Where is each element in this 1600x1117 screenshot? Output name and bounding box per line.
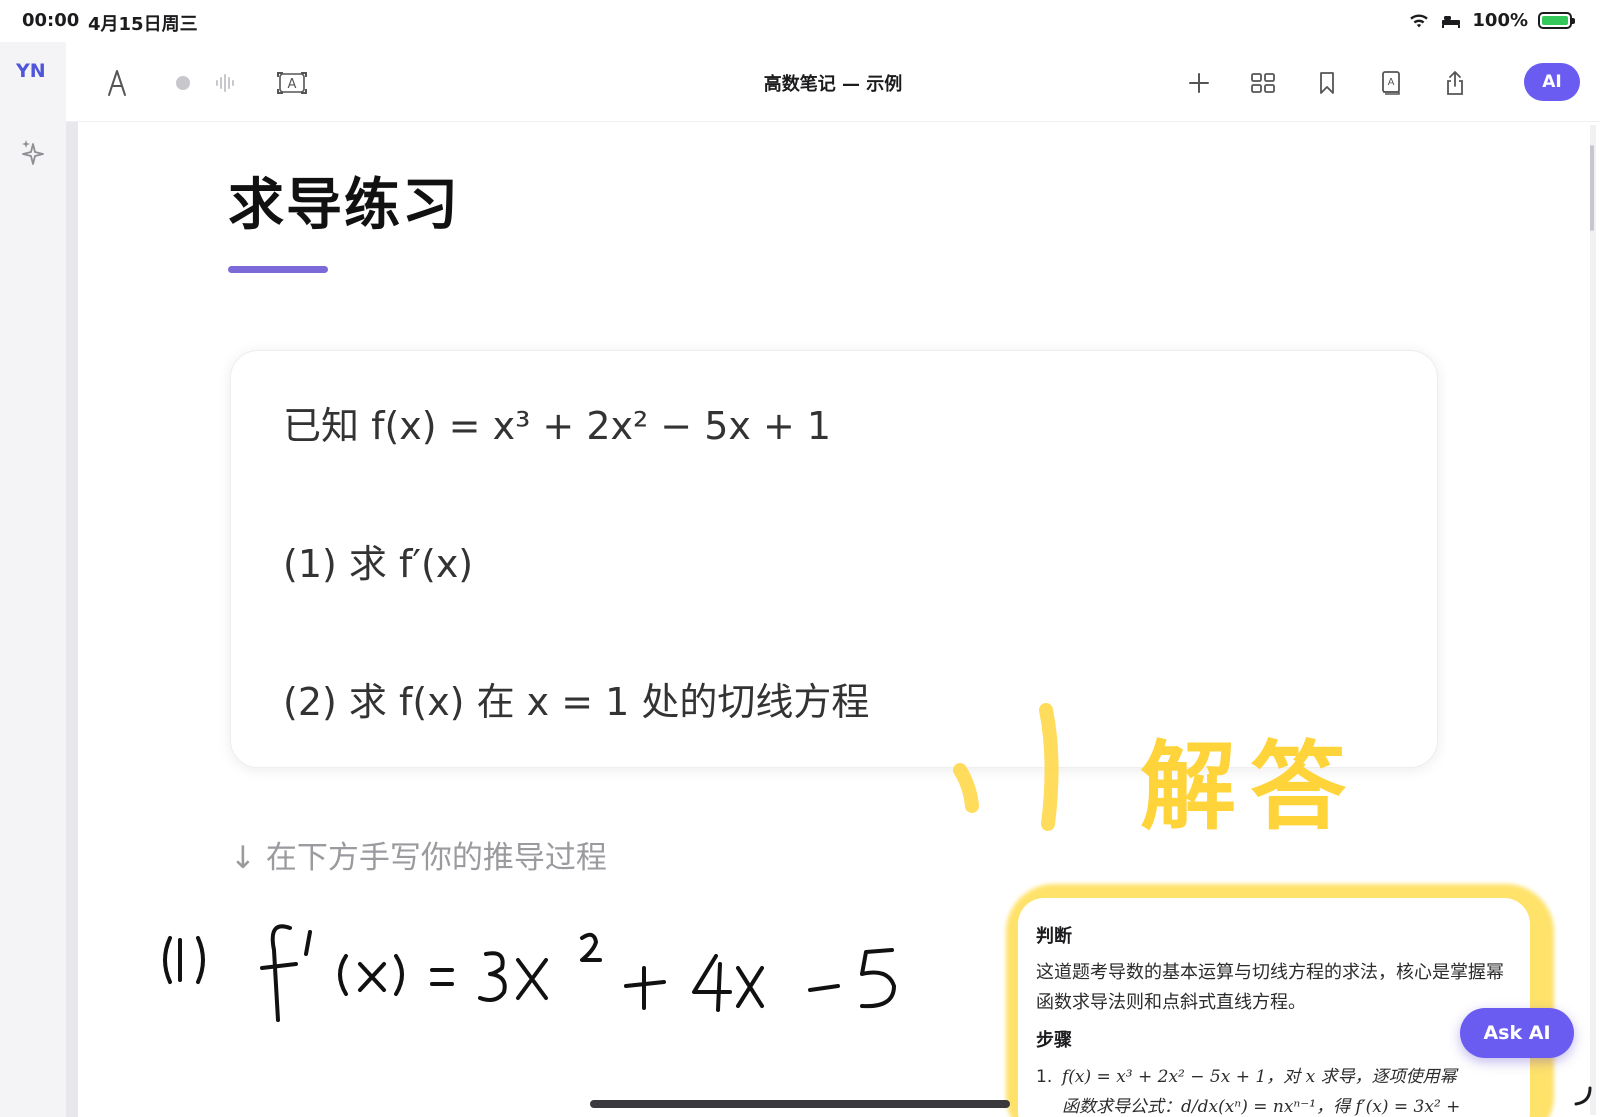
add-icon[interactable] <box>1182 66 1216 100</box>
status-bar: 00:00 4月15日周三 100% <box>0 0 1600 42</box>
toolbar: A 高数笔记 — 示例 A AI <box>66 42 1600 122</box>
battery-percent: 100% <box>1472 10 1528 31</box>
wifi-icon <box>1410 14 1429 27</box>
status-right: 100% <box>1408 10 1575 31</box>
problem-line-3: (2) 求 f(x) 在 x = 1 处的切线方程 <box>283 680 870 724</box>
grid-view-icon[interactable] <box>1246 66 1280 100</box>
problem-line-2: (1) 求 f′(x) <box>283 542 474 586</box>
svg-text:A: A <box>1388 77 1395 88</box>
bookmark-icon[interactable] <box>1310 66 1344 100</box>
step-text-line-2: 函数求导公式：d/dx(xⁿ) = nxⁿ⁻¹，得 f′(x) = 3x² + <box>1062 1097 1461 1117</box>
scrollbar-track[interactable] <box>1590 125 1596 1115</box>
avatar[interactable]: YN <box>16 60 46 82</box>
status-time: 00:00 <box>22 10 80 31</box>
answer-step-1: 1. f(x) = x³ + 2x² − 5x + 1，对 x 求导，逐项使用幂… <box>1036 1062 1512 1117</box>
share-icon[interactable] <box>1438 66 1472 100</box>
page-title: 求导练习 <box>228 173 460 238</box>
notebook-icon[interactable]: A <box>1374 66 1408 100</box>
title-underline <box>228 266 328 273</box>
bed-icon <box>1442 15 1461 28</box>
answer-sticker: 解答 <box>953 703 1360 843</box>
answer-judge-text: 这道题考导数的基本运算与切线方程的求法，核心是掌握幂函数求导法则和点斜式直线方程… <box>1036 962 1504 1013</box>
answer-heading-judge: 判断 <box>1036 926 1072 947</box>
scrollbar-thumb[interactable] <box>1590 145 1594 231</box>
rail-divider <box>66 120 78 1117</box>
sticker-text: 解答 <box>1140 731 1360 843</box>
problem-line-1: 已知 f(x) = x³ + 2x² − 5x + 1 <box>283 404 832 448</box>
battery-icon <box>1538 12 1575 29</box>
left-rail: YN <box>0 42 66 1117</box>
step-text-line-1: f(x) = x³ + 2x² − 5x + 1，对 x 求导，逐项使用幂 <box>1062 1067 1457 1087</box>
step-number: 1. <box>1036 1067 1053 1087</box>
resize-handle-icon[interactable] <box>1572 1086 1592 1106</box>
app-root: 00:00 4月15日周三 100% YN A 高数笔记 — 示例 A AI 求… <box>0 0 1600 1117</box>
ask-ai-button[interactable]: Ask AI <box>1460 1008 1574 1058</box>
ai-answer-card[interactable]: 判断 这道题考导数的基本运算与切线方程的求法，核心是掌握幂函数求导法则和点斜式直… <box>1018 898 1530 1117</box>
handwritten-answer[interactable] <box>150 920 930 1040</box>
document-title[interactable]: 高数笔记 — 示例 <box>66 70 1600 96</box>
status-date: 4月15日周三 <box>88 14 198 35</box>
sparkle-icon[interactable] <box>20 138 46 168</box>
answer-heading-steps: 步骤 <box>1036 1030 1072 1051</box>
handwriting-hint: ↓ 在下方手写你的推导过程 <box>230 840 607 876</box>
home-indicator[interactable] <box>590 1100 1010 1108</box>
ai-button[interactable]: AI <box>1524 63 1580 101</box>
